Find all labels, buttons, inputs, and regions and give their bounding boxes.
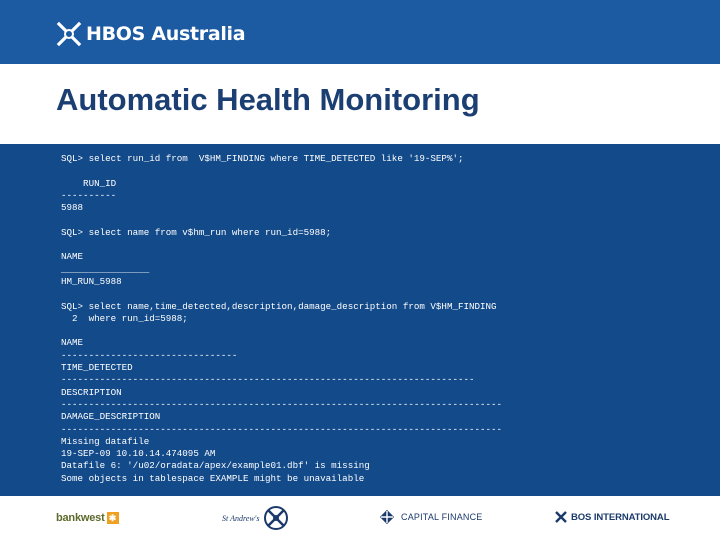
title-area: Automatic Health Monitoring <box>0 64 720 144</box>
bos-international-logo: BOS INTERNATIONAL <box>554 509 670 525</box>
slide-title: Automatic Health Monitoring <box>56 82 480 117</box>
brand-name: HBOS Australia <box>86 23 246 45</box>
footer-logos: bankwest ✱ St Andrew's CAPITAL FINANCE B… <box>0 496 720 540</box>
sql-output: SQL> select run_id from V$HM_FINDING whe… <box>61 153 503 484</box>
bos-international-cross-icon <box>555 511 567 523</box>
bankwest-logo: bankwest ✱ <box>56 511 119 525</box>
st-andrews-wordmark: St Andrew's <box>222 513 260 523</box>
bankwest-wordmark: bankwest <box>56 512 105 524</box>
header-bar: HBOS Australia <box>0 0 720 64</box>
brand-logo: HBOS Australia <box>56 20 246 48</box>
capital-finance-logo: CAPITAL FINANCE <box>378 508 483 526</box>
capital-finance-diamond-icon <box>379 509 395 525</box>
st-andrews-logo: St Andrew's <box>222 504 289 532</box>
st-andrews-globe-icon <box>263 506 288 530</box>
hbos-saltire-icon <box>56 21 82 47</box>
bos-international-wordmark: BOS INTERNATIONAL <box>571 511 670 523</box>
capital-finance-wordmark: CAPITAL FINANCE <box>401 512 483 522</box>
bankwest-star-icon: ✱ <box>106 512 119 524</box>
code-panel: SQL> select run_id from V$HM_FINDING whe… <box>0 144 720 496</box>
